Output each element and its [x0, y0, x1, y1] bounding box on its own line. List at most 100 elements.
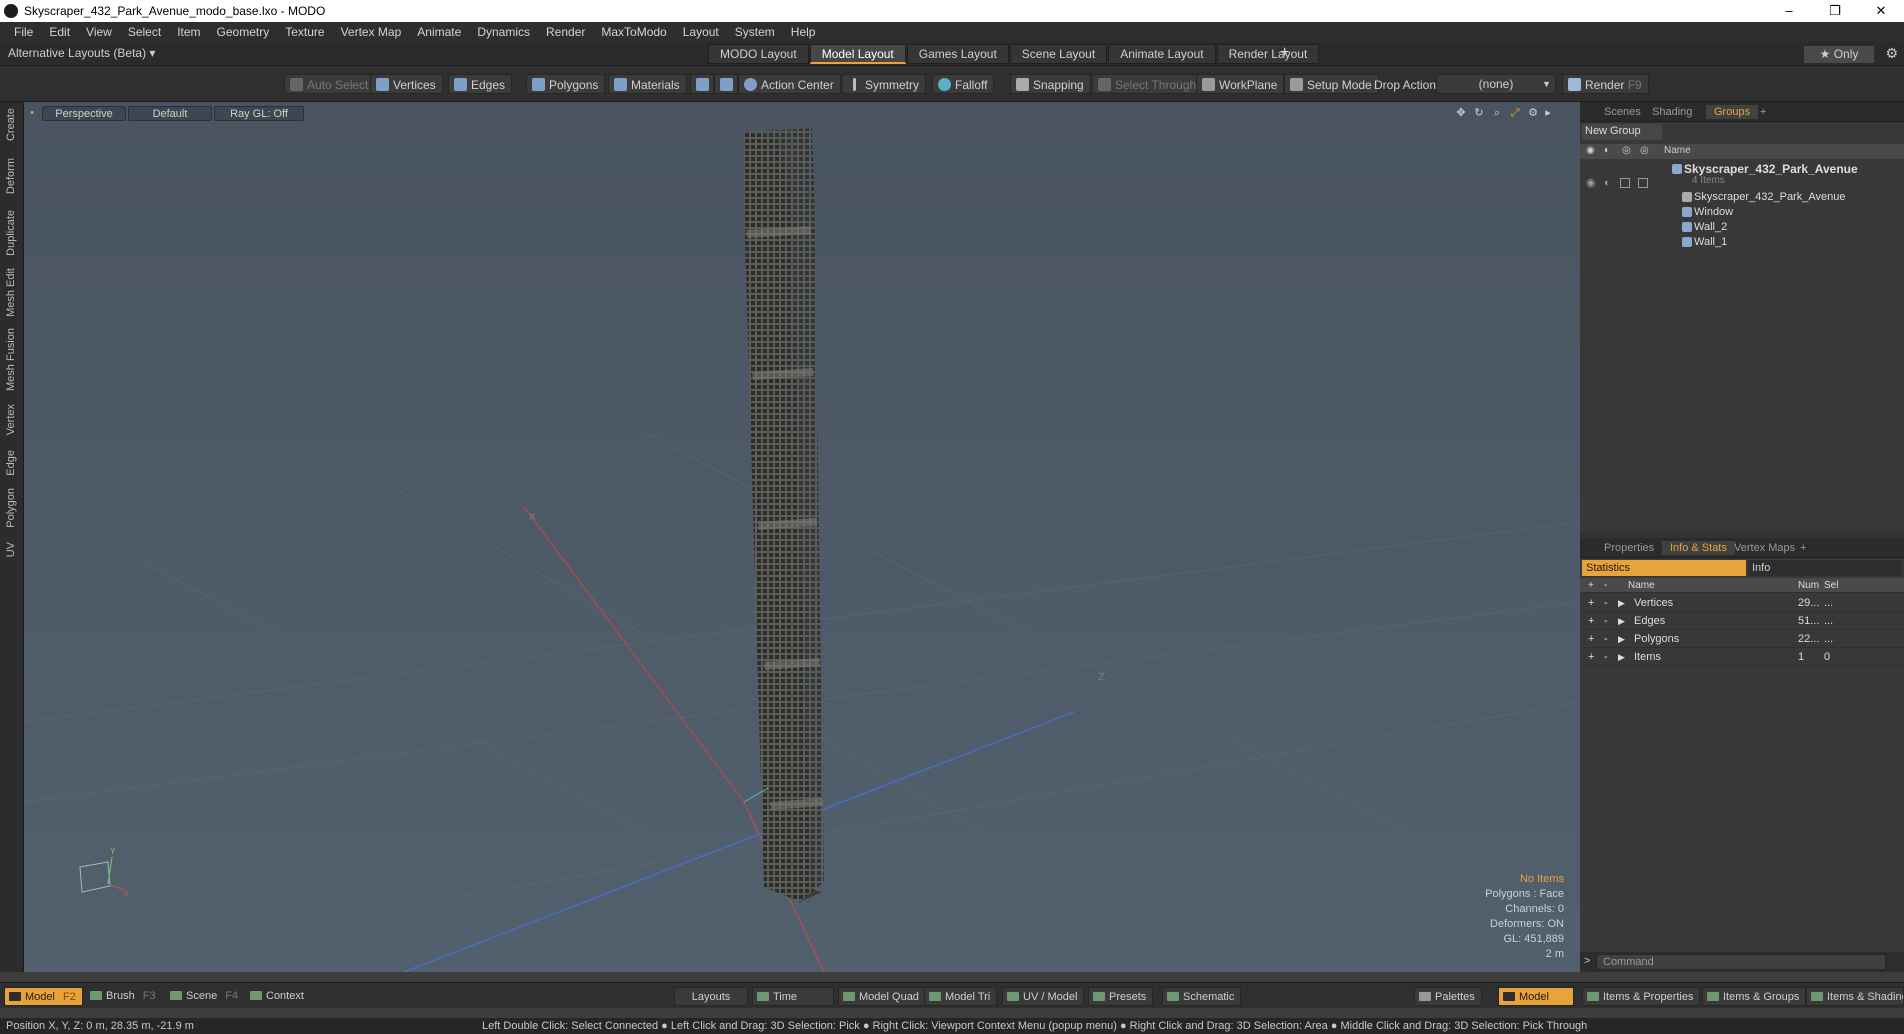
- menu-layout[interactable]: Layout: [675, 25, 727, 39]
- symmetry-button[interactable]: Symmetry: [842, 74, 926, 94]
- list-item[interactable]: Wall_1: [1580, 233, 1904, 251]
- viewport-arrow-icon[interactable]: ▸: [1542, 106, 1554, 121]
- new-group-button[interactable]: New Group: [1582, 124, 1662, 140]
- add-icon[interactable]: +: [1588, 648, 1594, 666]
- 3d-viewport[interactable]: X Z Y X • Perspective Default Ray GL: Of…: [24, 102, 1580, 972]
- tab-edge[interactable]: Edge: [5, 450, 17, 476]
- add-icon[interactable]: +: [1588, 594, 1594, 612]
- time-button[interactable]: Time: [752, 987, 834, 1006]
- table-row[interactable]: + - ▶ Edges 51... ...: [1580, 612, 1904, 630]
- menu-system[interactable]: System: [727, 25, 783, 39]
- setup-mode-button[interactable]: Setup Mode: [1284, 74, 1379, 94]
- select-mode-2-button[interactable]: [714, 74, 738, 94]
- tab-duplicate[interactable]: Duplicate: [5, 210, 17, 256]
- view-perspective-button[interactable]: Perspective: [42, 106, 126, 121]
- polygons-button[interactable]: Polygons: [526, 74, 606, 94]
- tab-info[interactable]: Info: [1748, 560, 1902, 576]
- menu-edit[interactable]: Edit: [41, 25, 78, 39]
- menu-select[interactable]: Select: [120, 25, 169, 39]
- model-tri-button[interactable]: Model Tri: [924, 987, 998, 1006]
- tab-deform[interactable]: Deform: [5, 158, 17, 194]
- maximize-button[interactable]: ❐: [1812, 0, 1858, 22]
- tab-vertex[interactable]: Vertex: [5, 404, 17, 435]
- tab-animate-layout[interactable]: Animate Layout: [1108, 44, 1216, 64]
- tab-shading[interactable]: Shading: [1644, 105, 1700, 119]
- materials-button[interactable]: Materials: [608, 74, 687, 94]
- presets-button[interactable]: Presets: [1088, 987, 1154, 1006]
- tab-groups[interactable]: Groups: [1706, 105, 1759, 119]
- edges-button[interactable]: Edges: [448, 74, 513, 94]
- model-layout-button[interactable]: Model: [1498, 987, 1574, 1006]
- table-row[interactable]: + - ▶ Vertices 29... ...: [1580, 594, 1904, 612]
- palettes-button[interactable]: Palettes: [1414, 987, 1482, 1006]
- add-icon[interactable]: +: [1588, 630, 1594, 648]
- layouts-button[interactable]: Layouts: [674, 987, 748, 1006]
- raygl-button[interactable]: Ray GL: Off: [214, 106, 304, 121]
- menu-geometry[interactable]: Geometry: [209, 25, 278, 39]
- minimize-button[interactable]: –: [1766, 0, 1812, 22]
- expand-arrow-icon[interactable]: ▶: [1618, 630, 1625, 648]
- items-properties-button[interactable]: Items & Properties: [1582, 987, 1701, 1006]
- menu-dynamics[interactable]: Dynamics: [469, 25, 538, 39]
- collapse-all-icon[interactable]: -: [1604, 578, 1607, 593]
- menu-item[interactable]: Item: [169, 25, 208, 39]
- tab-statistics[interactable]: Statistics: [1582, 560, 1746, 576]
- select-mode-button[interactable]: [690, 74, 714, 94]
- add-tab-button[interactable]: +: [1752, 105, 1774, 119]
- close-button[interactable]: ✕: [1858, 0, 1904, 22]
- menu-help[interactable]: Help: [783, 25, 824, 39]
- menu-texture[interactable]: Texture: [277, 25, 332, 39]
- rotate-view-icon[interactable]: ↻: [1472, 106, 1486, 121]
- model-quad-button[interactable]: Model Quad: [838, 987, 926, 1006]
- menu-view[interactable]: View: [78, 25, 120, 39]
- zoom-view-icon[interactable]: ⌕: [1490, 106, 1504, 121]
- only-toggle[interactable]: ★ Only: [1804, 46, 1874, 63]
- menu-animate[interactable]: Animate: [409, 25, 469, 39]
- tab-properties[interactable]: Properties: [1596, 541, 1662, 555]
- schematic-button[interactable]: Schematic: [1162, 987, 1242, 1006]
- remove-icon[interactable]: -: [1604, 648, 1608, 666]
- tab-modo-layout[interactable]: MODO Layout: [708, 44, 809, 64]
- tab-mesh-edit[interactable]: Mesh Edit: [5, 268, 17, 317]
- gear-icon[interactable]: ⚙: [1885, 45, 1898, 62]
- uv-model-button[interactable]: UV / Model: [1002, 987, 1085, 1006]
- viewport-settings-icon[interactable]: ⚙: [1526, 106, 1540, 121]
- remove-icon[interactable]: -: [1604, 594, 1608, 612]
- add-tab-button[interactable]: +: [1792, 541, 1814, 555]
- menu-render[interactable]: Render: [538, 25, 593, 39]
- scene-mode-button[interactable]: Scene F4: [166, 987, 244, 1006]
- remove-icon[interactable]: -: [1604, 612, 1608, 630]
- table-row[interactable]: + - ▶ Items 1 0: [1580, 648, 1904, 666]
- alternative-layouts-dropdown[interactable]: Alternative Layouts (Beta) ▾: [8, 46, 155, 60]
- select-through-button[interactable]: Select Through: [1092, 74, 1204, 94]
- items-shading-button[interactable]: Items & Shading: [1806, 987, 1904, 1006]
- workplane-button[interactable]: WorkPlane: [1196, 74, 1285, 94]
- tab-games-layout[interactable]: Games Layout: [906, 44, 1009, 64]
- add-icon[interactable]: +: [1588, 612, 1594, 630]
- brush-mode-button[interactable]: Brush F3: [86, 987, 162, 1006]
- context-button[interactable]: Context: [246, 987, 310, 1006]
- action-center-button[interactable]: Action Center: [738, 74, 841, 94]
- move-view-icon[interactable]: ✥: [1454, 106, 1468, 121]
- menu-vertex-map[interactable]: Vertex Map: [333, 25, 410, 39]
- tab-info-stats[interactable]: Info & Stats: [1662, 541, 1735, 555]
- expand-arrow-icon[interactable]: ▶: [1618, 648, 1625, 666]
- render-checkbox[interactable]: [1638, 178, 1648, 188]
- table-row[interactable]: + - ▶ Polygons 22... ...: [1580, 630, 1904, 648]
- expand-arrow-icon[interactable]: ▶: [1618, 612, 1625, 630]
- select-checkbox[interactable]: [1620, 178, 1630, 188]
- expand-arrow-icon[interactable]: ▶: [1618, 594, 1625, 612]
- tab-polygon[interactable]: Polygon: [5, 488, 17, 528]
- snapping-button[interactable]: Snapping: [1010, 74, 1091, 94]
- falloff-button[interactable]: Falloff: [932, 74, 995, 94]
- vertices-button[interactable]: Vertices: [370, 74, 443, 94]
- fit-view-icon[interactable]: ⤢: [1508, 106, 1522, 121]
- model-mode-button[interactable]: Model F2: [4, 987, 83, 1006]
- view-shading-button[interactable]: Default: [128, 106, 212, 121]
- tab-render-layout[interactable]: Render Layout: [1216, 44, 1320, 64]
- tab-mesh-fusion[interactable]: Mesh Fusion: [5, 328, 17, 391]
- command-input[interactable]: Command: [1596, 954, 1886, 970]
- add-layout-button[interactable]: +: [1280, 44, 1289, 62]
- menu-file[interactable]: File: [6, 25, 41, 39]
- expand-all-icon[interactable]: +: [1588, 578, 1594, 593]
